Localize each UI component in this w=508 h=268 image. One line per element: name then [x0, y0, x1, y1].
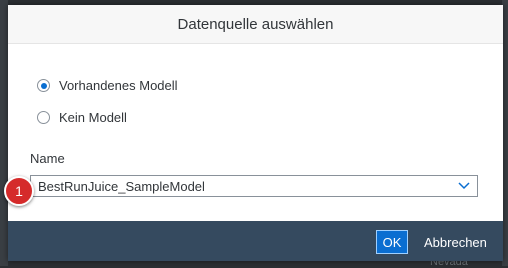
dialog-header: Datenquelle auswählen	[8, 5, 503, 44]
step-number-badge: 1	[4, 176, 34, 206]
cancel-button[interactable]: Abbrechen	[420, 230, 491, 254]
radio-existing-model[interactable]: Vorhandenes Modell	[37, 78, 178, 93]
select-data-source-dialog: Datenquelle auswählen Vorhandenes Modell…	[8, 5, 503, 261]
background-page-left	[0, 0, 8, 266]
model-select[interactable]: BestRunJuice_SampleModel	[30, 175, 478, 197]
radio-label-existing-model: Vorhandenes Modell	[59, 78, 178, 93]
radio-label-no-model: Kein Modell	[59, 110, 127, 125]
name-label: Name	[30, 151, 65, 166]
radio-button[interactable]	[37, 111, 50, 124]
ok-button[interactable]: OK	[376, 230, 408, 254]
chevron-down-icon[interactable]	[451, 176, 477, 196]
radio-no-model[interactable]: Kein Modell	[37, 110, 127, 125]
radio-button-selected[interactable]	[37, 79, 50, 92]
dialog-title: Datenquelle auswählen	[177, 15, 334, 33]
dialog-footer: OK Abbrechen	[8, 221, 503, 261]
model-select-value: BestRunJuice_SampleModel	[38, 178, 205, 194]
radio-dot	[40, 82, 47, 89]
